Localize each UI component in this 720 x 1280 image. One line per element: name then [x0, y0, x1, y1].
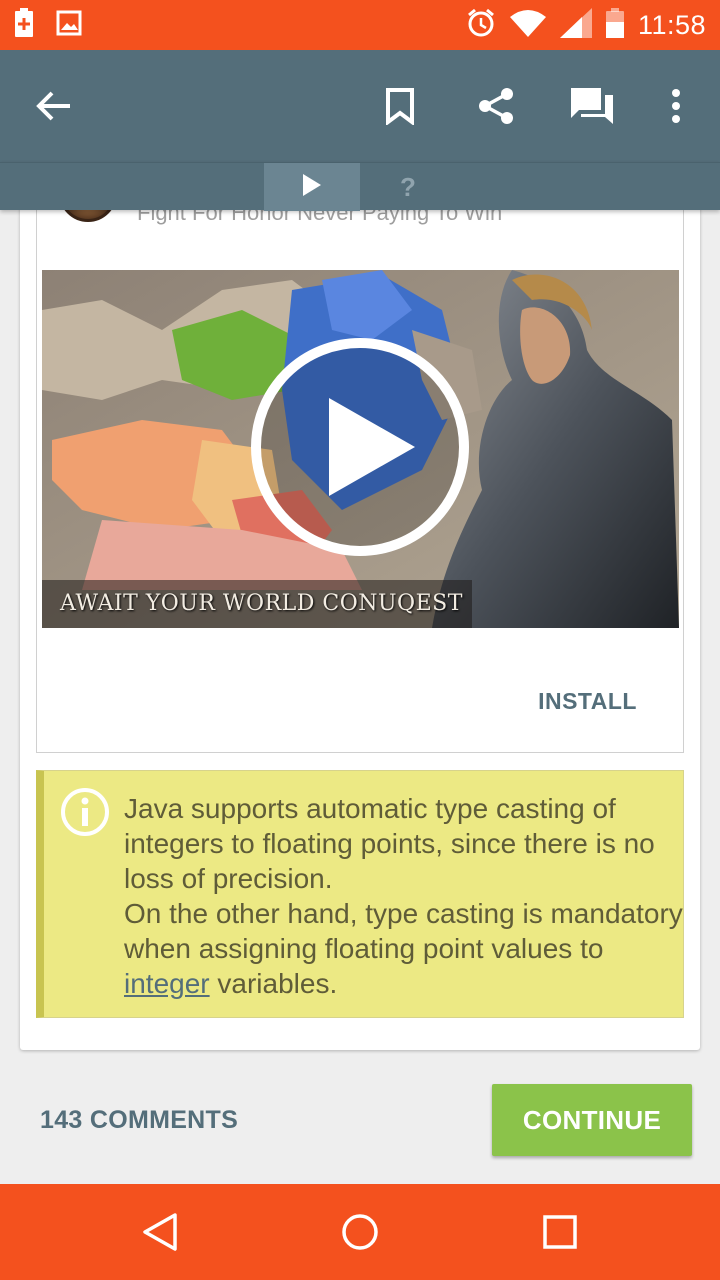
- tab-strip: ?: [0, 162, 720, 211]
- battery-charging-icon: [14, 7, 34, 43]
- video-play-icon[interactable]: [249, 336, 471, 563]
- ad-video-caption: AWAIT YOUR WORLD CONUQEST: [60, 591, 463, 616]
- system-nav-bar: [0, 1184, 720, 1280]
- recents-square-icon[interactable]: [530, 1202, 590, 1262]
- app-bar: [0, 50, 720, 162]
- tip-line-2: On the other hand, type casting is manda…: [124, 896, 684, 1001]
- image-notification-icon: [56, 10, 82, 41]
- signal-icon: [559, 7, 592, 43]
- comments-count-button[interactable]: 143 COMMENTS: [40, 1106, 238, 1135]
- tab-question-label: ?: [400, 171, 416, 202]
- tip-line-2-prefix: On the other hand, type casting is manda…: [124, 898, 683, 964]
- overflow-menu-icon[interactable]: [646, 76, 706, 136]
- integer-link[interactable]: integer: [124, 968, 210, 999]
- tip-box: Java supports automatic type casting of …: [36, 770, 684, 1018]
- tab-question[interactable]: ?: [360, 163, 456, 211]
- ad-video[interactable]: AWAIT YOUR WORLD CONUQEST: [42, 270, 679, 628]
- content-card: Fight For Honor Never Paying To Win AWAI…: [20, 180, 700, 1050]
- ad-box: Fight For Honor Never Paying To Win AWAI…: [36, 180, 684, 753]
- tip-line-2-suffix: variables.: [209, 968, 338, 999]
- alarm-icon: [466, 8, 496, 43]
- comments-icon[interactable]: [562, 76, 622, 136]
- install-button[interactable]: INSTALL: [538, 688, 637, 715]
- tip-line-1: Java supports automatic type casting of …: [124, 793, 655, 894]
- continue-button[interactable]: CONTINUE: [492, 1084, 692, 1156]
- battery-icon: [605, 7, 624, 43]
- bookmark-icon[interactable]: [370, 76, 430, 136]
- status-bar: 11:58: [0, 0, 720, 50]
- play-icon: [302, 173, 322, 202]
- back-arrow-icon[interactable]: [24, 76, 84, 136]
- home-circle-icon[interactable]: [330, 1202, 390, 1262]
- info-icon: [60, 787, 110, 842]
- tab-play[interactable]: [264, 163, 360, 211]
- back-triangle-icon[interactable]: [130, 1202, 190, 1262]
- share-icon[interactable]: [466, 76, 526, 136]
- wifi-icon: [509, 9, 546, 42]
- clock: 11:58: [637, 9, 706, 40]
- tip-text: Java supports automatic type casting of …: [124, 791, 684, 1001]
